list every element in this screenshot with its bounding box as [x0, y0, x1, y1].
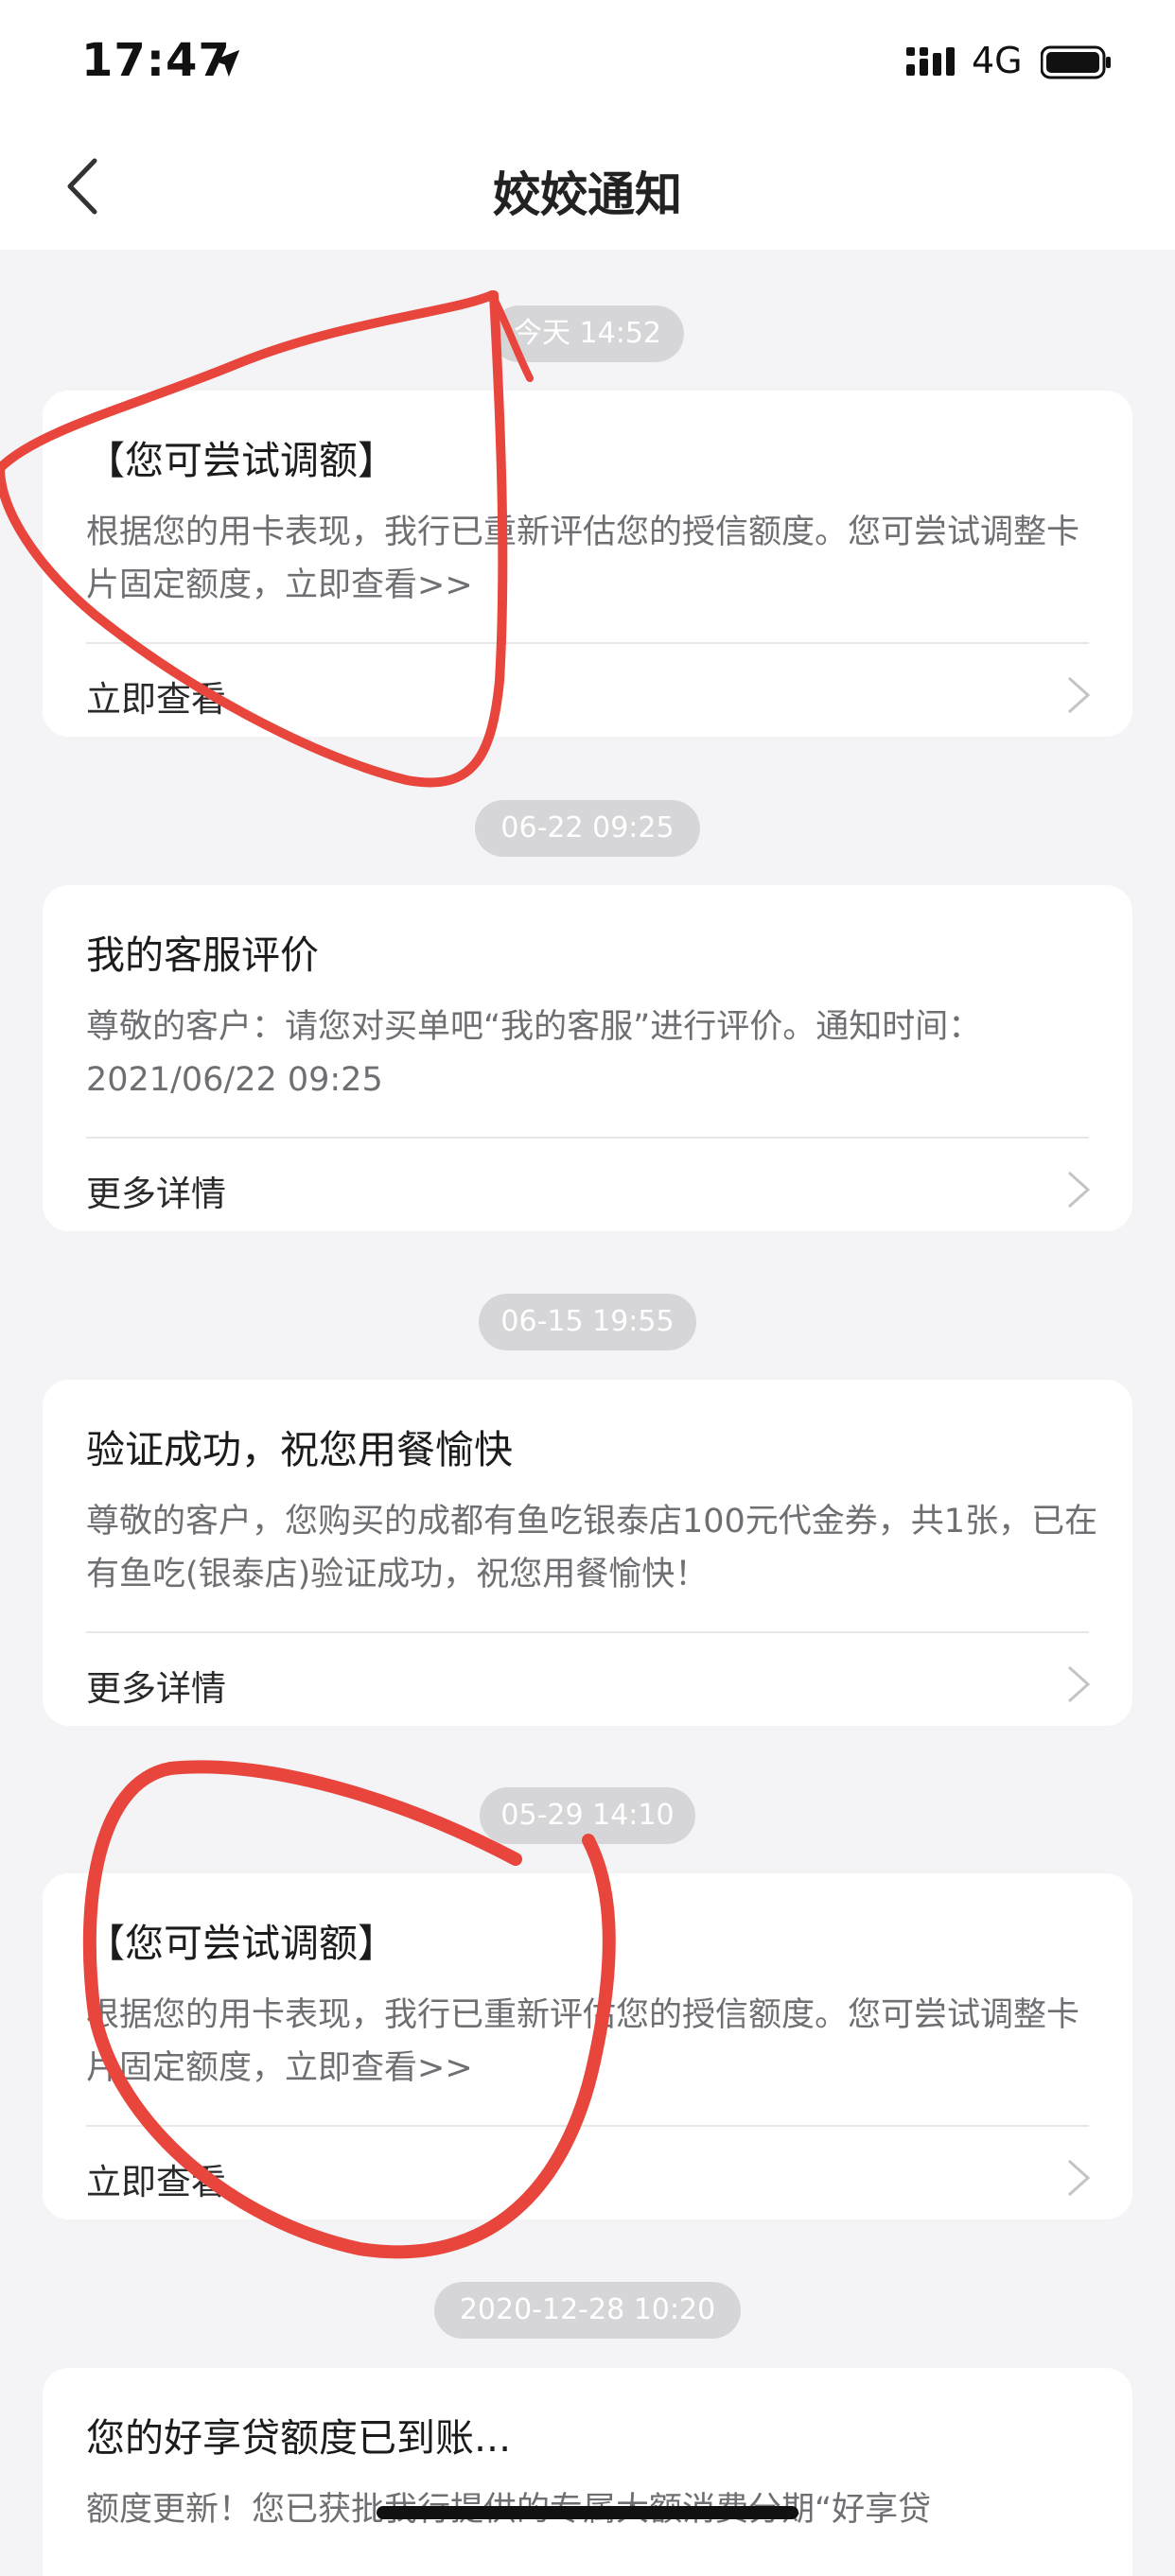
page-title: 姣姣通知 [493, 167, 682, 222]
notification-title: 【您可尝试调额】 [86, 1921, 396, 1966]
chevron-right-icon [1067, 2159, 1091, 2197]
notification-title: 验证成功，祝您用餐愉快 [86, 1427, 513, 1472]
network-type-label: 4G [972, 40, 1023, 81]
notification-body: 尊敬的客户，您购买的成都有鱼吃银泰店100元代金券，共1张，已在有鱼吃(银泰店)… [86, 1503, 1098, 1593]
timestamp-badge: 06-22 09:25 [475, 800, 700, 857]
timestamp-badge: 05-29 14:10 [480, 1787, 695, 1844]
notification-title: 【您可尝试调额】 [86, 438, 396, 483]
chevron-right-icon [1067, 1665, 1091, 1703]
home-indicator [377, 2506, 798, 2519]
notification-card[interactable]: 【您可尝试调额】 根据您的用卡表现，我行已重新评估您的授信额度。您可尝试调整卡片… [43, 391, 1132, 737]
notification-card[interactable]: 验证成功，祝您用餐愉快 尊敬的客户，您购买的成都有鱼吃银泰店100元代金券，共1… [43, 1380, 1132, 1726]
status-bar: 17:47 4G [0, 0, 1175, 125]
signal-strength-icon [906, 47, 955, 76]
notification-body: 尊敬的客户：请您对买单吧“我的客服”进行评价。通知时间：2021/06/22 0… [86, 1008, 982, 1099]
navigation-bar: 姣姣通知 [0, 125, 1175, 250]
view-now-link[interactable]: 立即查看 [86, 2153, 226, 2204]
notification-body: 根据您的用卡表现，我行已重新评估您的授信额度。您可尝试调整卡片固定额度，立即查看… [86, 1996, 1080, 2087]
notification-title: 我的客服评价 [86, 932, 319, 978]
chevron-right-icon [1067, 1171, 1091, 1209]
view-now-link[interactable]: 立即查看 [86, 670, 226, 722]
notification-title: 您的好享贷额度已到账... [86, 2415, 512, 2461]
more-details-link[interactable]: 更多详情 [86, 1165, 226, 1216]
more-details-link[interactable]: 更多详情 [86, 1660, 226, 1711]
status-time: 17:47 [81, 34, 231, 87]
notification-card[interactable]: 【您可尝试调额】 根据您的用卡表现，我行已重新评估您的授信额度。您可尝试调整卡片… [43, 1873, 1132, 2219]
location-arrow-icon [212, 49, 240, 78]
timestamp-badge: 06-15 19:55 [479, 1294, 696, 1350]
chevron-right-icon [1067, 676, 1091, 714]
timestamp-badge: 今天 14:52 [491, 305, 684, 362]
notification-card[interactable]: 您的好享贷额度已到账... 额度更新！您已获批我行提供的专属大额消费分期“好享贷 [43, 2368, 1132, 2576]
battery-icon [1041, 45, 1111, 79]
timestamp-badge: 2020-12-28 10:20 [434, 2282, 741, 2339]
notification-card[interactable]: 我的客服评价 尊敬的客户：请您对买单吧“我的客服”进行评价。通知时间：2021/… [43, 885, 1132, 1231]
notification-body: 根据您的用卡表现，我行已重新评估您的授信额度。您可尝试调整卡片固定额度，立即查看… [86, 513, 1080, 604]
